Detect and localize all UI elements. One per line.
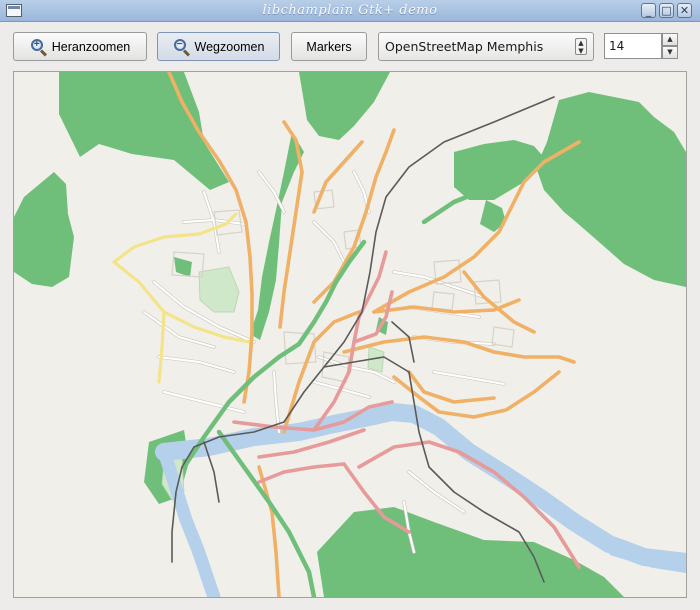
app-window: libchamplain Gtk+ demo _ □ ✕ + Heranzoom… (0, 0, 700, 610)
spin-up-icon[interactable]: ▲ (662, 33, 678, 46)
zoom-in-button[interactable]: + Heranzoomen (13, 32, 147, 61)
forest-areas (14, 72, 686, 597)
zoom-out-button[interactable]: − Wegzoomen (157, 32, 280, 61)
park-areas (161, 266, 385, 501)
map-view[interactable] (13, 71, 687, 598)
window-title: libchamplain Gtk+ demo (262, 3, 438, 18)
minor-streets-fill (142, 170, 506, 554)
minimize-icon: _ (645, 4, 652, 17)
zoom-in-icon: + (30, 38, 48, 57)
markers-label: Markers (306, 39, 352, 54)
zoom-in-label: Heranzoomen (51, 39, 131, 54)
close-button[interactable]: ✕ (677, 3, 692, 18)
toolbar: + Heranzoomen − Wegzoomen Markers (0, 22, 700, 68)
spin-down-icon[interactable]: ▼ (662, 46, 678, 59)
zoom-level-spinner[interactable]: ▲ ▼ (604, 33, 678, 59)
close-icon: ✕ (679, 4, 690, 17)
maximize-button[interactable]: □ (659, 3, 674, 18)
zoom-level-input[interactable] (604, 33, 662, 59)
zoom-out-icon: − (173, 38, 191, 57)
zoom-out-label: Wegzoomen (194, 39, 265, 54)
maximize-icon: □ (661, 4, 672, 17)
minimize-button[interactable]: _ (641, 3, 656, 18)
map-source-select[interactable]: OpenStreetMap Memphis ▲ ▼ (378, 32, 594, 61)
markers-button[interactable]: Markers (291, 32, 367, 61)
map-source-value: OpenStreetMap Memphis (385, 39, 544, 54)
title-bar[interactable]: libchamplain Gtk+ demo _ □ ✕ (0, 0, 700, 22)
map-canvas[interactable] (14, 72, 686, 597)
updown-arrows-icon: ▲ ▼ (575, 38, 587, 55)
